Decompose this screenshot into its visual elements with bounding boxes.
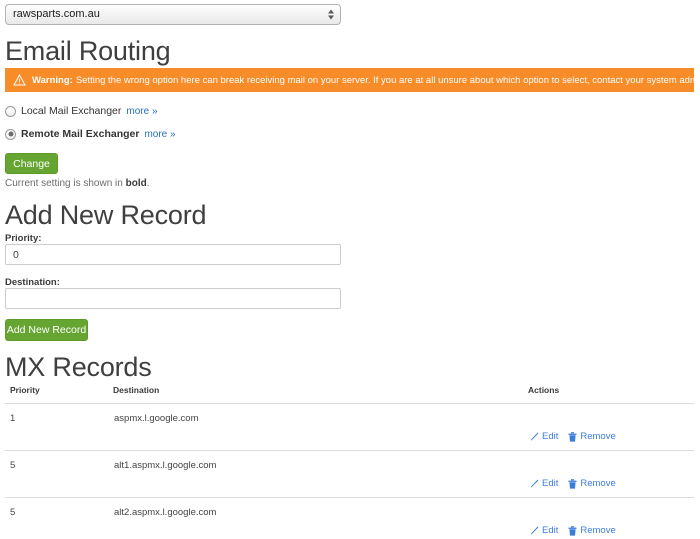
add-new-record-button[interactable]: Add New Record (5, 319, 88, 341)
radio-remote-mail-exchanger[interactable] (5, 128, 16, 140)
destination-input[interactable] (5, 288, 341, 309)
table-row: 5 alt1.aspmx.l.google.com Edit Remove (5, 450, 694, 498)
more-link-local[interactable]: more » (126, 106, 157, 117)
current-setting-note-suffix: . (146, 178, 150, 189)
remove-action-label: Remove (580, 431, 616, 442)
trash-icon (568, 478, 577, 489)
table-row: 1 aspmx.l.google.com Edit Remove (5, 403, 694, 451)
mx-table-body: 1 aspmx.l.google.com Edit Remove 5 alt1.… (5, 403, 694, 539)
cell-destination: aspmx.l.google.com (113, 403, 528, 451)
remove-action[interactable]: Remove (568, 431, 616, 442)
domain-select[interactable]: rawsparts.com.au (5, 4, 341, 25)
edit-action-label: Edit (542, 478, 559, 489)
email-routing-page: rawsparts.com.au Email Routing Warning: … (0, 0, 700, 539)
radio-label-local: Local Mail Exchanger (21, 105, 122, 117)
cell-priority: 5 (5, 497, 113, 539)
trash-icon (568, 431, 577, 442)
radio-local-mail-exchanger[interactable] (5, 105, 16, 117)
change-button[interactable]: Change (5, 153, 58, 174)
cell-actions: Edit Remove (528, 450, 694, 498)
warning-banner: Warning: Setting the wrong option here c… (5, 68, 700, 92)
pencil-icon (531, 479, 539, 488)
domain-selector-wrapper: rawsparts.com.au (5, 4, 341, 25)
cell-actions: Edit Remove (528, 403, 694, 451)
edit-action-label: Edit (542, 431, 559, 442)
column-header-destination: Destination (113, 385, 528, 404)
destination-field-label: Destination: (5, 277, 60, 288)
cell-destination: alt1.aspmx.l.google.com (113, 450, 528, 498)
page-title-add-new-record: Add New Record (5, 200, 207, 230)
warning-strong-label: Warning: (32, 74, 73, 86)
pencil-icon (531, 432, 539, 441)
actions-group: Edit Remove (529, 478, 693, 489)
mx-table-header-row: Priority Destination Actions (5, 385, 694, 404)
page-title-mx-records: MX Records (5, 352, 152, 382)
cell-destination: alt2.aspmx.l.google.com (113, 497, 528, 539)
current-setting-note: Current setting is shown in bold. (5, 178, 150, 189)
radio-label-remote: Remote Mail Exchanger (21, 128, 140, 140)
current-setting-note-emphasis: bold (125, 178, 147, 189)
pencil-icon (531, 526, 539, 535)
actions-group: Edit Remove (529, 525, 693, 536)
edit-action-label: Edit (542, 525, 559, 536)
warning-triangle-icon (13, 74, 26, 86)
cell-actions: Edit Remove (528, 497, 694, 539)
cell-priority: 5 (5, 450, 113, 498)
trash-icon (568, 525, 577, 536)
mx-table-head: Priority Destination Actions (5, 385, 694, 404)
page-title-email-routing: Email Routing (5, 36, 171, 66)
priority-input[interactable] (5, 244, 341, 265)
priority-field-label: Priority: (5, 233, 42, 244)
column-header-priority: Priority (5, 385, 113, 404)
warning-text: Setting the wrong option here can break … (75, 74, 700, 86)
cell-priority: 1 (5, 403, 113, 451)
remove-action-label: Remove (580, 525, 616, 536)
mx-records-table: Priority Destination Actions 1 aspmx.l.g… (5, 385, 694, 539)
table-row: 5 alt2.aspmx.l.google.com Edit Remove (5, 497, 694, 539)
remove-action-label: Remove (580, 478, 616, 489)
edit-action[interactable]: Edit (529, 478, 558, 489)
actions-group: Edit Remove (529, 431, 693, 442)
more-link-remote[interactable]: more » (144, 129, 175, 140)
remove-action[interactable]: Remove (568, 478, 616, 489)
radio-row-remote-mail-exchanger[interactable]: Remote Mail Exchanger more » (5, 128, 176, 140)
remove-action[interactable]: Remove (568, 525, 616, 536)
edit-action[interactable]: Edit (529, 525, 558, 536)
edit-action[interactable]: Edit (529, 431, 558, 442)
radio-row-local-mail-exchanger[interactable]: Local Mail Exchanger more » (5, 105, 158, 117)
current-setting-note-prefix: Current setting is shown in (5, 178, 126, 189)
column-header-actions: Actions (528, 385, 694, 404)
